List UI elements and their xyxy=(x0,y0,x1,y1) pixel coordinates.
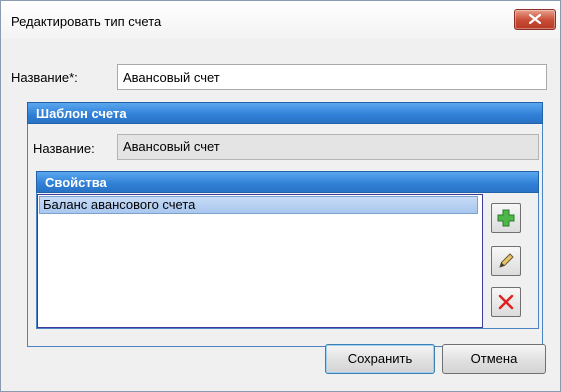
template-name-field: Авансовый счет xyxy=(117,134,539,160)
plus-icon xyxy=(497,209,515,227)
properties-panel-header: Свойства xyxy=(36,171,539,193)
save-button[interactable]: Сохранить xyxy=(325,344,435,374)
red-x-icon xyxy=(498,294,514,310)
template-panel-header: Шаблон счета xyxy=(27,102,543,124)
close-icon xyxy=(529,14,541,24)
close-button[interactable] xyxy=(514,9,556,30)
pencil-icon xyxy=(499,253,514,268)
name-input[interactable] xyxy=(117,64,547,90)
cancel-button[interactable]: Отмена xyxy=(442,344,546,374)
dialog-window: Редактировать тип счета Название*: Шабло… xyxy=(0,0,561,392)
properties-list[interactable]: Баланс авансового счета xyxy=(37,194,483,328)
add-property-button[interactable] xyxy=(491,203,521,233)
edit-property-button[interactable] xyxy=(491,246,521,276)
title-bar[interactable]: Редактировать тип счета xyxy=(1,1,560,39)
template-name-label: Название: xyxy=(33,141,95,156)
list-item[interactable]: Баланс авансового счета xyxy=(39,196,478,214)
name-label: Название*: xyxy=(11,70,78,85)
delete-property-button[interactable] xyxy=(491,287,521,317)
window-title: Редактировать тип счета xyxy=(11,14,162,29)
